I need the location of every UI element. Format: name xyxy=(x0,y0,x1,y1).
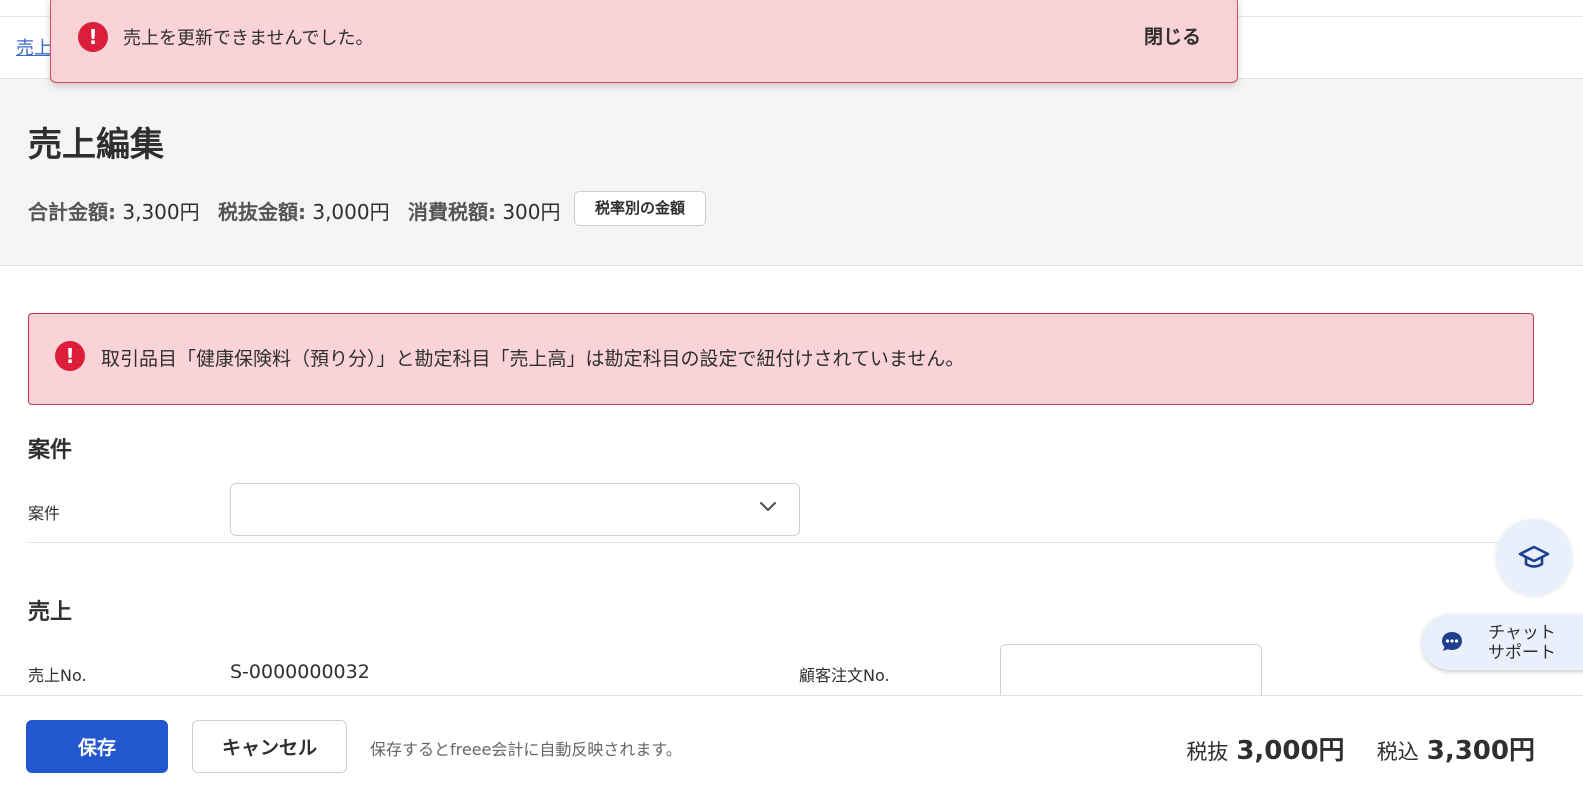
footer-incl-label: 税込 xyxy=(1376,740,1419,764)
alert-message: 取引品目「健康保険料（預り分）」と勘定科目「売上高」は勘定科目の設定で紐付けされ… xyxy=(101,348,965,370)
toast-message: 売上を更新できませんでした。 xyxy=(123,28,374,49)
total-amount-label: 合計金額: xyxy=(28,200,116,224)
chat-support-label: チャット サポート xyxy=(1482,623,1562,663)
chat-label-line1: チャット xyxy=(1488,623,1556,643)
excl-tax-amount-value: 3,000円 xyxy=(312,200,390,224)
tax-rate-breakdown-button[interactable]: 税率別の金額 xyxy=(574,191,706,226)
project-field-label: 案件 xyxy=(28,504,61,523)
footer-incl-value: 3,300円 xyxy=(1426,736,1535,766)
error-toast: ! 売上を更新できませんでした。 閉じる xyxy=(50,0,1238,83)
footer-excl-value: 3,000円 xyxy=(1236,736,1345,766)
total-amount-value: 3,300円 xyxy=(122,200,200,224)
page-header xyxy=(0,79,1583,266)
toast-close-button[interactable]: 閉じる xyxy=(1144,22,1201,49)
graduation-cap-icon xyxy=(1518,545,1550,568)
footer-excl-label: 税抜 xyxy=(1186,740,1229,764)
validation-error-alert: ! 取引品目「健康保険料（預り分）」と勘定科目「売上高」は勘定科目の設定で紐付け… xyxy=(28,313,1534,405)
sales-no-value: S-0000000032 xyxy=(230,661,370,683)
page-title: 売上編集 xyxy=(28,125,164,165)
learning-help-button[interactable] xyxy=(1496,519,1572,595)
footer-bar: 保存 キャンセル 保存するとfreee会計に自動反映されます。 税抜 3,000円… xyxy=(0,695,1583,789)
excl-tax-amount-label: 税抜金額: xyxy=(217,200,306,224)
error-icon: ! xyxy=(78,22,108,52)
project-select[interactable] xyxy=(230,483,800,536)
breadcrumb-sales-link[interactable]: 売上 xyxy=(16,34,52,60)
amount-summary: 合計金額: 3,300円 税抜金額: 3,000円 消費税額: 300円 xyxy=(28,196,573,225)
save-button[interactable]: 保存 xyxy=(26,720,168,773)
auto-sync-note: 保存するとfreee会計に自動反映されます。 xyxy=(370,740,682,759)
tax-amount-value: 300円 xyxy=(502,200,561,224)
tax-amount-label: 消費税額: xyxy=(407,200,496,224)
chat-bubble-icon xyxy=(1442,632,1462,651)
error-icon: ! xyxy=(55,341,85,371)
section-divider xyxy=(28,542,1534,543)
chat-label-line2: サポート xyxy=(1488,643,1556,663)
sales-section-title: 売上 xyxy=(28,600,73,625)
project-section-title: 案件 xyxy=(28,438,73,463)
sales-no-label: 売上No. xyxy=(28,666,87,685)
customer-order-no-label: 顧客注文No. xyxy=(799,666,890,685)
chat-support-button[interactable]: チャット サポート xyxy=(1422,614,1583,670)
chevron-down-icon xyxy=(759,501,777,512)
cancel-button[interactable]: キャンセル xyxy=(192,720,347,773)
footer-totals: 税抜 3,000円 税込 3,300円 xyxy=(1186,730,1535,767)
